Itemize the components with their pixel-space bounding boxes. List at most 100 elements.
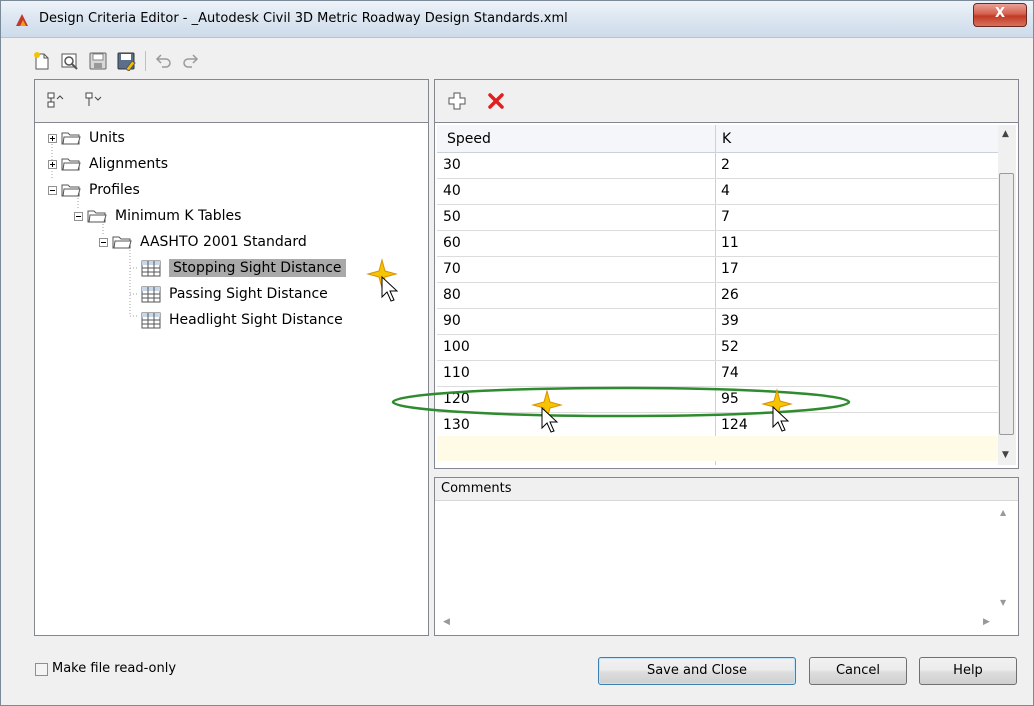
table-row[interactable]: 110 74 <box>437 360 998 387</box>
scroll-down-arrow-icon[interactable]: ▼ <box>1002 450 1009 460</box>
comments-textarea[interactable] <box>437 502 997 614</box>
k-cell[interactable]: 74 <box>721 365 739 381</box>
k-cell[interactable]: 26 <box>721 287 739 303</box>
speed-cell[interactable]: 60 <box>443 235 461 251</box>
design-criteria-editor-window: Design Criteria Editor - _Autodesk Civil… <box>0 0 1034 706</box>
read-only-checkbox[interactable] <box>35 663 48 676</box>
comments-header: Comments <box>435 478 1018 501</box>
collapse-icon[interactable] <box>74 211 83 221</box>
table-row[interactable]: 70 17 <box>437 256 998 283</box>
speed-cell[interactable]: 30 <box>443 157 461 173</box>
speed-cell[interactable]: 130 <box>443 417 470 433</box>
speed-cell[interactable]: 110 <box>443 365 470 381</box>
grid-vertical-scrollbar[interactable]: ▲ ▼ <box>998 125 1016 465</box>
read-only-label[interactable]: Make file read-only <box>52 661 176 676</box>
expand-icon[interactable] <box>48 159 57 169</box>
k-cell[interactable]: 7 <box>721 209 730 225</box>
collapse-icon[interactable] <box>48 185 57 195</box>
comments-scroll-up-icon[interactable]: ▲ <box>1000 508 1006 517</box>
close-button[interactable]: X <box>973 3 1027 27</box>
main-toolbar <box>31 45 208 77</box>
k-value-grid: Speed K 30 2 40 4 50 7 60 11 70 17 80 26 90 39 … <box>437 125 998 465</box>
add-row-icon[interactable] <box>447 91 467 115</box>
speed-cell[interactable]: 40 <box>443 183 461 199</box>
tree-node-label: Units <box>89 130 125 146</box>
redo-icon[interactable] <box>180 50 202 72</box>
comments-scroll-right-icon[interactable]: ▶ <box>983 617 990 627</box>
speed-cell[interactable]: 90 <box>443 313 461 329</box>
cancel-button[interactable]: Cancel <box>809 657 907 685</box>
open-file-icon[interactable] <box>59 50 81 72</box>
table-row[interactable]: 90 39 <box>437 308 998 335</box>
expand-all-icon[interactable] <box>47 92 65 114</box>
tree-node-profiles[interactable]: Profiles <box>48 179 140 201</box>
save-and-close-button[interactable]: Save and Close <box>598 657 796 685</box>
column-header-speed[interactable]: Speed <box>447 131 491 147</box>
tree-node-minimum-k-tables[interactable]: Minimum K Tables <box>74 205 241 227</box>
folder-open-icon <box>112 236 132 249</box>
table-row[interactable]: 80 26 <box>437 282 998 309</box>
save-as-icon[interactable] <box>115 50 137 72</box>
tree-node-aashto-2001[interactable]: AASHTO 2001 Standard <box>99 231 307 253</box>
table-row[interactable]: 50 7 <box>437 204 998 231</box>
folder-open-icon <box>87 210 107 223</box>
tree-node-label: Stopping Sight Distance <box>169 259 346 277</box>
k-cell[interactable]: 17 <box>721 261 739 277</box>
comments-panel: Comments ▲ ▼ ◀ ▶ <box>434 477 1019 636</box>
folder-open-icon <box>61 184 81 197</box>
save-icon[interactable] <box>87 50 109 72</box>
scrollbar-thumb[interactable] <box>999 173 1014 435</box>
undo-icon[interactable] <box>152 50 174 72</box>
speed-cell[interactable]: 50 <box>443 209 461 225</box>
table-icon <box>141 260 161 276</box>
speed-cell[interactable]: 80 <box>443 287 461 303</box>
k-cell[interactable]: 52 <box>721 339 739 355</box>
k-cell[interactable]: 39 <box>721 313 739 329</box>
speed-cell[interactable]: 70 <box>443 261 461 277</box>
tree-node-passing-sight-distance[interactable]: Passing Sight Distance <box>141 283 328 305</box>
table-row[interactable]: 60 11 <box>437 230 998 257</box>
tree-node-stopping-sight-distance[interactable]: Stopping Sight Distance <box>141 257 346 279</box>
toolbar-separator <box>145 51 146 71</box>
k-cell[interactable]: 124 <box>721 417 748 433</box>
folder-icon <box>61 132 81 145</box>
table-row[interactable]: 40 4 <box>437 178 998 205</box>
help-button[interactable]: Help <box>919 657 1017 685</box>
k-cell[interactable]: 4 <box>721 183 730 199</box>
table-row[interactable]: 120 95 <box>437 386 998 413</box>
tree-node-label: Passing Sight Distance <box>169 286 328 302</box>
folder-icon <box>61 158 81 171</box>
comments-scroll-down-icon[interactable]: ▼ <box>1000 598 1006 607</box>
tree-node-label: Alignments <box>89 156 169 172</box>
table-row[interactable]: 100 52 <box>437 334 998 361</box>
k-cell[interactable]: 11 <box>721 235 739 251</box>
tree-node-label: Minimum K Tables <box>115 208 242 224</box>
k-cell[interactable]: 2 <box>721 157 730 173</box>
title-bar: Design Criteria Editor - _Autodesk Civil… <box>1 1 1033 38</box>
k-cell[interactable]: 95 <box>721 391 739 407</box>
table-icon <box>141 312 161 328</box>
collapse-icon[interactable] <box>99 237 108 247</box>
comments-scroll-left-icon[interactable]: ◀ <box>443 617 450 627</box>
new-file-icon[interactable] <box>31 50 53 72</box>
tree-node-headlight-sight-distance[interactable]: Headlight Sight Distance <box>141 309 343 331</box>
tree-node-label: Headlight Sight Distance <box>169 312 343 328</box>
comments-label: Comments <box>441 481 512 496</box>
app-icon <box>16 14 28 26</box>
table-row[interactable]: 130 124 <box>437 412 998 439</box>
speed-cell[interactable]: 120 <box>443 391 470 407</box>
grid-header: Speed K <box>437 125 998 153</box>
tree-node-alignments[interactable]: Alignments <box>48 153 168 175</box>
grid-toolbar <box>435 80 1018 123</box>
collapse-all-icon[interactable] <box>85 92 103 114</box>
table-row[interactable]: 30 2 <box>437 152 998 179</box>
tree-node-units[interactable]: Units <box>48 127 125 149</box>
column-header-k[interactable]: K <box>722 131 731 147</box>
delete-row-icon[interactable] <box>487 92 505 114</box>
scroll-up-arrow-icon[interactable]: ▲ <box>1002 129 1009 139</box>
new-row-placeholder[interactable] <box>437 436 998 461</box>
expand-icon[interactable] <box>48 133 57 143</box>
k-table-panel: Speed K 30 2 40 4 50 7 60 11 70 17 80 26 90 39 … <box>434 79 1019 469</box>
table-icon <box>141 286 161 302</box>
speed-cell[interactable]: 100 <box>443 339 470 355</box>
